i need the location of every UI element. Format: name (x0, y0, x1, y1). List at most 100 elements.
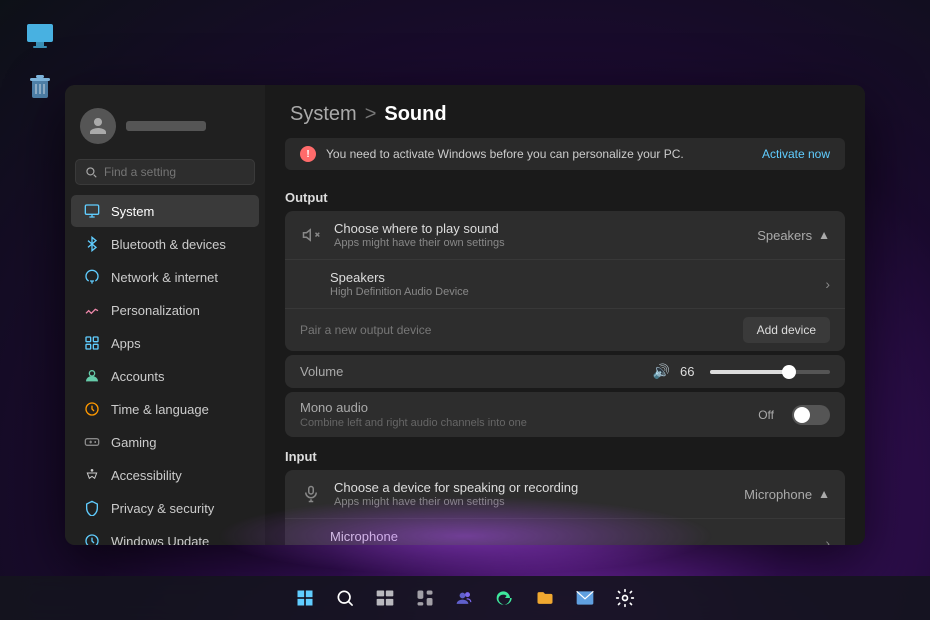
volume-slider[interactable] (710, 370, 830, 374)
privacy-label: Privacy & security (111, 501, 214, 516)
windows-update-icon (83, 532, 101, 545)
microphone-text: Microphone High Definition Audio Device (300, 529, 813, 545)
sidebar-item-accessibility[interactable]: Accessibility (71, 459, 259, 491)
input-choose-card: Choose a device for speaking or recordin… (285, 470, 845, 545)
speakers-row[interactable]: Speakers High Definition Audio Device › (285, 259, 845, 308)
sidebar-item-system[interactable]: System (71, 195, 259, 227)
search-icon (84, 165, 98, 179)
choose-input-subtitle: Apps might have their own settings (334, 496, 732, 508)
username-placeholder (126, 121, 206, 131)
speaker-muted-icon (300, 224, 322, 246)
caret-up-icon: ▲ (818, 228, 830, 242)
sidebar-item-gaming[interactable]: Gaming (71, 426, 259, 458)
time-icon (83, 400, 101, 418)
accounts-icon (83, 367, 101, 385)
speakers-chevron: › (825, 276, 830, 292)
choose-output-row[interactable]: Choose where to play sound Apps might ha… (285, 211, 845, 259)
edge-button[interactable] (487, 580, 523, 616)
microphone-muted-icon (300, 483, 322, 505)
recycle-bin-desktop-icon[interactable] (15, 70, 65, 106)
settings-window: System Bluetooth & devices Network & int… (65, 85, 865, 545)
choose-input-text: Choose a device for speaking or recordin… (334, 480, 732, 508)
microphone-chevron: › (825, 535, 830, 545)
start-button[interactable] (287, 580, 323, 616)
mono-text: Mono audio Combine left and right audio … (300, 400, 746, 429)
volume-thumb[interactable] (782, 365, 796, 379)
gaming-icon (83, 433, 101, 451)
apps-label: Apps (111, 336, 141, 351)
accessibility-icon (83, 466, 101, 484)
output-choose-card: Choose where to play sound Apps might ha… (285, 211, 845, 351)
activate-now-link[interactable]: Activate now (762, 147, 830, 161)
toggle-thumb (794, 407, 810, 423)
file-explorer-button[interactable] (527, 580, 563, 616)
taskbar-settings-button[interactable] (607, 580, 643, 616)
mono-toggle-label: Off (758, 408, 774, 422)
sidebar-item-personalization[interactable]: Personalization (71, 294, 259, 326)
accounts-label: Accounts (111, 369, 164, 384)
main-content: System > Sound ! You need to activate Wi… (265, 85, 865, 545)
mail-button[interactable] (567, 580, 603, 616)
teams-button[interactable] (447, 580, 483, 616)
choose-input-title: Choose a device for speaking or recordin… (334, 480, 732, 495)
volume-fill (710, 370, 789, 374)
activation-banner: ! You need to activate Windows before yo… (285, 138, 845, 170)
sidebar-item-privacy[interactable]: Privacy & security (71, 492, 259, 524)
activation-icon: ! (300, 146, 316, 162)
accessibility-label: Accessibility (111, 468, 182, 483)
mono-audio-row: Mono audio Combine left and right audio … (285, 392, 845, 437)
sidebar: System Bluetooth & devices Network & int… (65, 85, 265, 545)
system-label: System (111, 204, 154, 219)
microphone-chevron-right-icon: › (825, 535, 830, 545)
volume-row: Volume 🔊 66 (285, 355, 845, 388)
sidebar-item-time[interactable]: Time & language (71, 393, 259, 425)
taskbar-search-button[interactable] (327, 580, 363, 616)
taskbar (0, 576, 930, 620)
choose-output-title: Choose where to play sound (334, 221, 745, 236)
mono-audio-toggle[interactable] (792, 405, 830, 425)
personalization-label: Personalization (111, 303, 200, 318)
output-section-header: Output (265, 182, 865, 211)
breadcrumb-separator: > (365, 103, 377, 126)
bluetooth-label: Bluetooth & devices (111, 237, 226, 252)
speakers-subtitle: High Definition Audio Device (330, 286, 813, 298)
pair-output-label: Pair a new output device (300, 323, 731, 337)
breadcrumb-system[interactable]: System (290, 103, 357, 126)
speakers-text: Speakers High Definition Audio Device (300, 270, 813, 298)
mono-title: Mono audio (300, 400, 746, 415)
search-box[interactable] (75, 159, 255, 185)
microphone-title: Microphone (330, 529, 813, 544)
add-output-device-button[interactable]: Add device (743, 317, 830, 343)
widgets-button[interactable] (407, 580, 443, 616)
personalization-icon (83, 301, 101, 319)
profile-section[interactable] (65, 100, 265, 159)
speakers-label: Speakers (757, 228, 812, 243)
mono-subtitle: Combine left and right audio channels in… (300, 417, 746, 429)
search-input[interactable] (104, 165, 246, 179)
privacy-icon (83, 499, 101, 517)
sidebar-item-windows-update[interactable]: Windows Update (71, 525, 259, 545)
chevron-right-icon: › (825, 276, 830, 292)
sidebar-item-accounts[interactable]: Accounts (71, 360, 259, 392)
system-icon (83, 202, 101, 220)
input-caret-up-icon: ▲ (818, 487, 830, 501)
network-icon (83, 268, 101, 286)
breadcrumb: System > Sound (265, 85, 865, 138)
choose-input-right: Microphone ▲ (744, 487, 830, 502)
time-label: Time & language (111, 402, 209, 417)
sidebar-item-network[interactable]: Network & internet (71, 261, 259, 293)
monitor-desktop-icon[interactable] (15, 20, 65, 56)
sidebar-item-apps[interactable]: Apps (71, 327, 259, 359)
volume-value: 66 (680, 364, 700, 379)
task-view-button[interactable] (367, 580, 403, 616)
gaming-label: Gaming (111, 435, 157, 450)
network-label: Network & internet (111, 270, 218, 285)
choose-output-right: Speakers ▲ (757, 228, 830, 243)
sidebar-item-bluetooth[interactable]: Bluetooth & devices (71, 228, 259, 260)
microphone-row[interactable]: Microphone High Definition Audio Device … (285, 518, 845, 545)
volume-label: Volume (300, 364, 643, 379)
choose-input-row[interactable]: Choose a device for speaking or recordin… (285, 470, 845, 518)
choose-output-subtitle: Apps might have their own settings (334, 237, 745, 249)
choose-output-text: Choose where to play sound Apps might ha… (334, 221, 745, 249)
speakers-title: Speakers (330, 270, 813, 285)
